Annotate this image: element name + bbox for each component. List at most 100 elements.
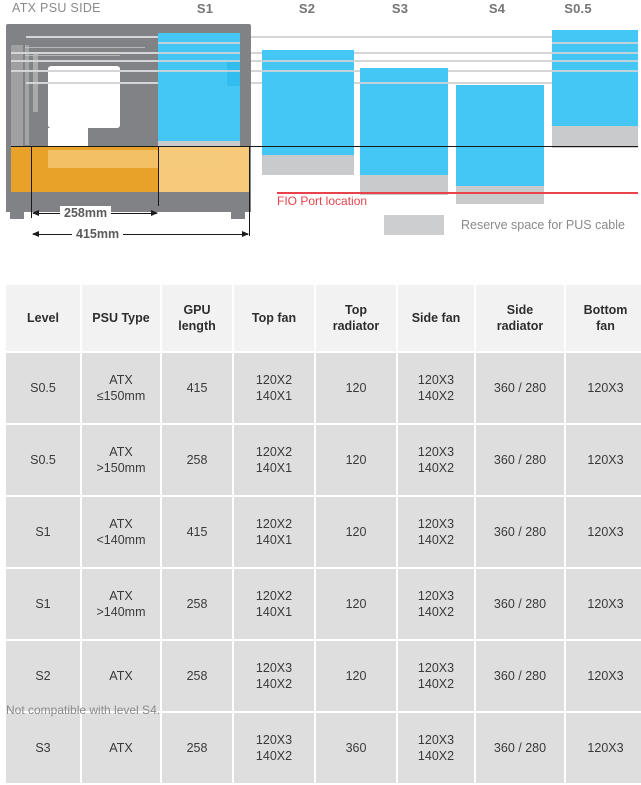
cell-side-fan: 120X3 140X2 (398, 497, 474, 567)
column-label-s2: S2 (298, 1, 316, 16)
column-header-side-fan: Side fan (398, 285, 474, 351)
dim-label-415: 415mm (72, 227, 124, 241)
column-label-s4: S4 (488, 1, 506, 16)
legend-swatch-reserve-space (384, 215, 444, 235)
table-row: S0.5 ATX ≤150mm 415 120X2 140X1 120 120X… (6, 353, 641, 423)
column-header-bottom-fan: Bottom fan (566, 285, 641, 351)
dim-arrow-left-258 (32, 210, 39, 216)
fio-port-label: FIO Port location (277, 194, 368, 208)
cell-side-radiator: 360 / 280 (476, 569, 564, 639)
column-header-top-fan: Top fan (234, 285, 314, 351)
bar-s1-blue (158, 33, 240, 141)
rail-overlay-3 (158, 60, 240, 62)
cell-psu-type: ATX >150mm (82, 425, 160, 495)
cell-level: S3 (6, 713, 80, 783)
dim-arrow-right-415 (242, 231, 249, 237)
rail-overlay-2 (158, 52, 240, 54)
cell-psu-type: ATX ≤150mm (82, 353, 160, 423)
cell-gpu-length: 415 (162, 353, 232, 423)
cell-top-fan: 120X2 140X1 (234, 497, 314, 567)
rail-line-1 (26, 36, 638, 38)
bar-s4-blue (456, 85, 544, 186)
dim-tick-left-258 (31, 146, 32, 218)
bar-s2-blue (262, 50, 354, 155)
table-row: S1 ATX >140mm 258 120X2 140X1 120 120X3 … (6, 569, 641, 639)
case-detail-line-2 (25, 55, 120, 56)
cell-top-radiator: 360 (316, 713, 396, 783)
cell-top-radiator: 120 (316, 353, 396, 423)
column-header-level: Level (6, 285, 80, 351)
column-header-top-radiator: Top radiator (316, 285, 396, 351)
cell-bottom-fan: 120X3 (566, 713, 641, 783)
cell-level: S2 (6, 641, 80, 711)
cell-side-fan: 120X3 140X2 (398, 425, 474, 495)
cell-top-radiator: 120 (316, 641, 396, 711)
dim-arrow-right-258 (151, 210, 158, 216)
cell-psu-type: ATX (82, 641, 160, 711)
case-chassis-base (6, 201, 251, 212)
cell-bottom-fan: 120X3 (566, 569, 641, 639)
bar-s2-reserve (262, 155, 354, 175)
bar-s05-blue (552, 30, 638, 126)
bar-s1-blue-accent (227, 62, 240, 86)
cell-side-radiator: 360 / 280 (476, 425, 564, 495)
cell-top-fan: 120X2 140X1 (234, 425, 314, 495)
cell-bottom-fan: 120X3 (566, 641, 641, 711)
cell-top-radiator: 120 (316, 569, 396, 639)
cell-level: S0.5 (6, 425, 80, 495)
dim-label-258: 258mm (60, 206, 112, 220)
table-row: S1 ATX <140mm 415 120X2 140X1 120 120X3 … (6, 497, 641, 567)
footnote-text: Not compatible with level S4. (6, 703, 161, 717)
cell-side-fan: 120X3 140X2 (398, 713, 474, 783)
rail-overlay-4 (158, 70, 240, 72)
cell-top-radiator: 120 (316, 497, 396, 567)
column-label-s3: S3 (391, 1, 409, 16)
rail-overlay-9 (262, 60, 354, 62)
cell-bottom-fan: 120X3 (566, 497, 641, 567)
cell-gpu-length: 258 (162, 713, 232, 783)
table-row: S2 ATX 258 120X3 140X2 120 120X3 140X2 3… (6, 641, 641, 711)
cell-side-radiator: 360 / 280 (476, 497, 564, 567)
dim-tick-right-415 (249, 146, 250, 236)
cell-side-fan: 120X3 140X2 (398, 353, 474, 423)
cell-side-radiator: 360 / 280 (476, 353, 564, 423)
cell-side-radiator: 360 / 280 (476, 713, 564, 783)
cell-top-fan: 120X3 140X2 (234, 641, 314, 711)
table-row: S3 ATX 258 120X3 140X2 360 120X3 140X2 3… (6, 713, 641, 783)
column-header-psu-type: PSU Type (82, 285, 160, 351)
dim-tick-right-258 (158, 146, 159, 206)
cell-bottom-fan: 120X3 (566, 425, 641, 495)
rail-overlay-11 (360, 82, 448, 84)
bar-s05-reserve (552, 126, 638, 148)
psu-block-highlight (48, 150, 223, 168)
cell-level: S1 (6, 569, 80, 639)
cell-psu-type: ATX >140mm (82, 569, 160, 639)
cell-side-radiator: 360 / 280 (476, 641, 564, 711)
cell-top-fan: 120X3 140X2 (234, 713, 314, 783)
rail-overlay-7 (552, 60, 638, 62)
cell-top-fan: 120X2 140X1 (234, 353, 314, 423)
cell-side-fan: 120X3 140X2 (398, 641, 474, 711)
table-header-row: Level PSU Type GPU length Top fan Top ra… (6, 285, 641, 351)
bar-s3-blue (360, 68, 448, 175)
cell-top-radiator: 120 (316, 425, 396, 495)
case-foot-left (10, 212, 24, 219)
table-row: S0.5 ATX >150mm 258 120X2 140X1 120 120X… (6, 425, 641, 495)
column-header-gpu-length: GPU length (162, 285, 232, 351)
cell-psu-type: ATX (82, 713, 160, 783)
case-clearance-diagram: ATX PSU SIDE S1 S2 S3 S4 S0.5 FIO Port l… (0, 0, 641, 262)
cell-gpu-length: 258 (162, 425, 232, 495)
reference-line-black (11, 146, 638, 147)
column-label-s1: S1 (196, 1, 214, 16)
column-label-s05: S0.5 (564, 1, 592, 16)
atx-psu-side-label: ATX PSU SIDE (12, 1, 101, 15)
legend-label-reserve-space: Reserve space for PUS cable (461, 218, 625, 232)
cell-psu-type: ATX <140mm (82, 497, 160, 567)
rail-overlay-6 (552, 52, 638, 54)
dim-line-415 (33, 234, 248, 235)
case-interior-panel (48, 66, 120, 128)
rail-overlay-5 (552, 42, 638, 44)
cell-gpu-length: 258 (162, 641, 232, 711)
column-header-side-radiator: Side radiator (476, 285, 564, 351)
bar-s4-reserve (456, 186, 544, 204)
